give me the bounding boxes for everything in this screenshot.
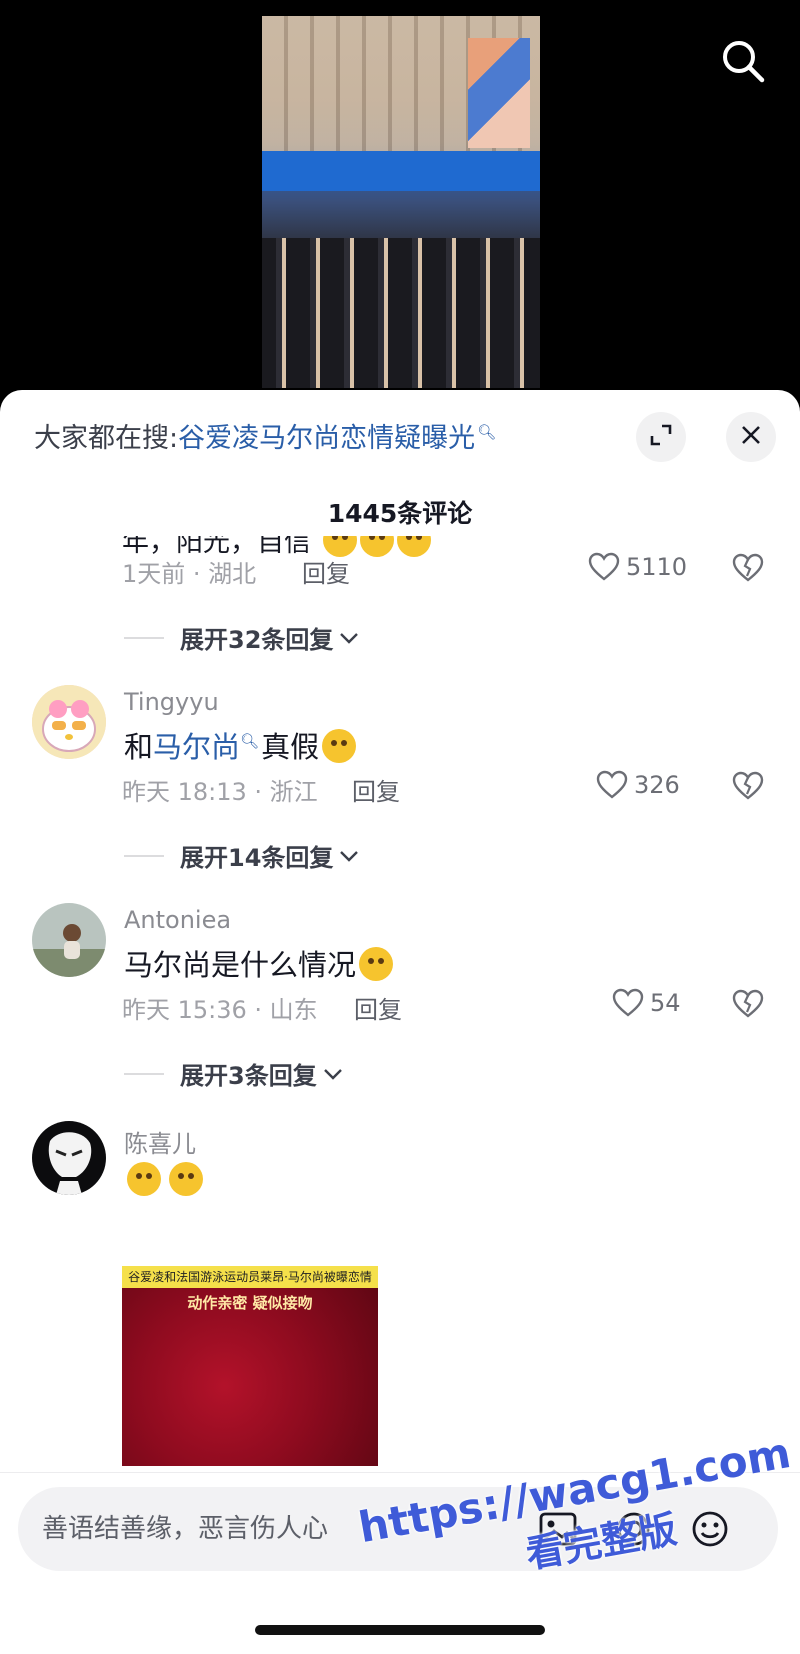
expand-sheet-button[interactable] xyxy=(636,412,686,462)
like-button[interactable]: 54 xyxy=(612,988,681,1018)
expand-replies-button[interactable]: 展开3条回复 xyxy=(124,1056,343,1091)
sweat-smile-emoji-icon xyxy=(169,1162,203,1196)
expand-replies-label: 展开3条回复 xyxy=(180,1062,317,1090)
like-count: 326 xyxy=(634,771,680,799)
clap-emoji-icon xyxy=(396,536,431,557)
expand-replies-button[interactable]: 展开32条回复 xyxy=(124,620,359,655)
reply-button[interactable]: 回复 xyxy=(352,772,400,807)
link-search-icon: 🔍︎ xyxy=(240,732,260,751)
hashtag-link[interactable]: 马尔尚 xyxy=(153,730,240,764)
image-caption-top: 谷爱凌和法国游泳运动员莱昂·马尔尚被曝恋情 xyxy=(122,1266,378,1288)
crying-emoji-icon xyxy=(322,729,357,763)
video-scene-stage xyxy=(262,151,540,191)
image-caption-main: 动作亲密 疑似接吻 xyxy=(187,1294,313,1312)
heart-icon xyxy=(596,770,628,799)
search-icon[interactable] xyxy=(720,38,766,84)
like-count: 5110 xyxy=(626,553,688,581)
video-scene-runners xyxy=(262,238,540,388)
comment-time-location: 昨天 15:36 · 山东 xyxy=(122,996,318,1024)
expand-divider xyxy=(124,636,164,639)
expand-replies-label: 展开32条回复 xyxy=(180,626,334,654)
astonished-emoji-icon xyxy=(359,947,394,981)
home-indicator[interactable] xyxy=(255,1625,545,1635)
chevron-down-icon xyxy=(340,632,359,644)
chevron-down-icon xyxy=(323,1068,342,1080)
comment-time-location: 昨天 18:13 · 浙江 xyxy=(122,778,318,806)
comment-text-part: 真假 xyxy=(261,730,320,764)
chevron-down-icon xyxy=(340,850,359,862)
like-count: 54 xyxy=(650,989,681,1017)
video-frame[interactable] xyxy=(262,16,540,388)
dislike-button[interactable] xyxy=(732,989,764,1023)
comment-count: 1445条评论 xyxy=(327,499,473,528)
broken-heart-icon xyxy=(732,553,764,582)
dislike-button[interactable] xyxy=(732,553,764,587)
reply-button[interactable]: 回复 xyxy=(354,990,402,1025)
expand-icon xyxy=(649,423,673,451)
comment-text-part: 马尔尚是什么情况 xyxy=(124,948,357,982)
avatar[interactable] xyxy=(32,903,106,977)
avatar[interactable] xyxy=(32,1121,106,1195)
comment-text-part: 和 xyxy=(124,730,154,764)
comment-username[interactable]: 陈喜儿 xyxy=(124,1124,196,1159)
heart-icon xyxy=(612,988,644,1017)
expand-replies-label: 展开14条回复 xyxy=(180,844,334,872)
hot-search-bar[interactable]: 大家都在搜:谷爱凌马尔尚恋情疑曝光 🔍︎ xyxy=(34,416,496,455)
like-button[interactable]: 5110 xyxy=(588,552,687,582)
hot-search-prefix: 大家都在搜: xyxy=(34,423,179,454)
hot-search-query-icon: 🔍︎ xyxy=(477,423,497,441)
comment-image[interactable]: 谷爱凌和法国游泳运动员莱昂·马尔尚被曝恋情 动作亲密 疑似接吻 xyxy=(122,1266,378,1466)
avatar[interactable] xyxy=(32,685,106,759)
expand-divider xyxy=(124,1072,164,1075)
comment-text: 马尔尚是什么情况 xyxy=(124,942,394,984)
like-button[interactable]: 326 xyxy=(596,770,680,800)
expand-divider xyxy=(124,854,164,857)
sweat-smile-emoji-icon xyxy=(127,1162,161,1196)
close-button[interactable] xyxy=(726,412,776,462)
comment-text: 和马尔尚🔍︎真假 xyxy=(124,724,357,766)
broken-heart-icon xyxy=(732,771,764,800)
comment-username[interactable]: Tingyyu xyxy=(124,688,219,716)
comment-username[interactable]: Antoniea xyxy=(124,906,231,934)
comment-time-location: 1天前 · 湖北 xyxy=(122,560,257,588)
close-icon xyxy=(739,423,763,451)
video-scene-banner xyxy=(468,38,530,148)
heart-icon xyxy=(588,552,620,581)
expand-replies-button[interactable]: 展开14条回复 xyxy=(124,838,359,873)
comment-text xyxy=(124,1162,203,1197)
clap-emoji-icon xyxy=(359,536,394,557)
broken-heart-icon xyxy=(732,989,764,1018)
video-player[interactable] xyxy=(0,0,800,400)
hot-search-query[interactable]: 谷爱凌马尔尚恋情疑曝光 xyxy=(178,423,475,454)
reply-button[interactable]: 回复 xyxy=(302,554,350,589)
dislike-button[interactable] xyxy=(732,771,764,805)
